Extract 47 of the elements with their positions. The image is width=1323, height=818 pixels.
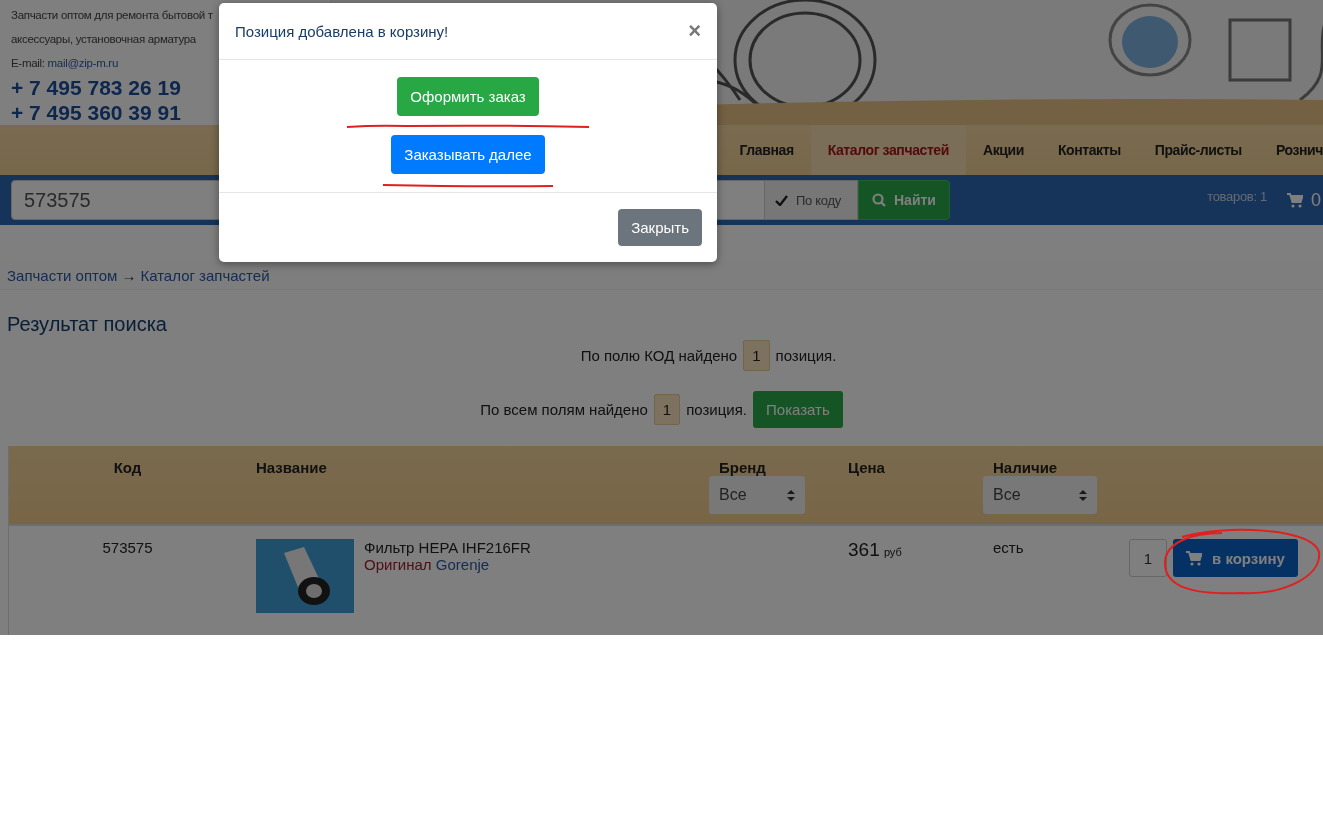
found-text: позиция.: [775, 346, 837, 364]
nav-tab[interactable]: Контакты: [1040, 125, 1138, 175]
found-text: позиция.: [686, 400, 747, 418]
nav-tab[interactable]: Прайс-листы: [1137, 125, 1259, 175]
cart-total[interactable]: 0: [1311, 189, 1321, 211]
found-count: 1: [743, 339, 770, 371]
add-to-cart-button[interactable]: в корзину: [1173, 539, 1298, 577]
filter-select[interactable]: Все: [983, 476, 1097, 514]
close-button[interactable]: ×: [688, 18, 701, 44]
modal-title: Позиция добавлена в корзину!: [235, 22, 449, 40]
brand-link[interactable]: Gorenje: [435, 556, 490, 573]
found-text: По всем полям найдено: [480, 400, 648, 418]
email-link[interactable]: mail@zip-m.ru: [47, 57, 118, 69]
column-header: Наличие: [993, 459, 1058, 476]
price: 361: [848, 539, 880, 560]
phone-number: + 7 495 783 26 19: [11, 75, 182, 100]
quality-label: Оригинал: [364, 556, 432, 573]
nav-tab[interactable]: Главная: [722, 125, 811, 175]
found-count: 1: [653, 393, 681, 425]
column-header: Цена: [848, 459, 885, 476]
close-modal-button[interactable]: Закрыть: [618, 209, 702, 246]
breadcrumb-link[interactable]: Каталог запчастей: [140, 267, 270, 284]
code-cell-text: 573575: [101, 538, 154, 558]
checkout-button[interactable]: Оформить заказ: [397, 77, 539, 116]
by-code-toggle[interactable]: По коду: [765, 180, 858, 220]
column-header: Бренд: [719, 459, 766, 476]
filter-select[interactable]: Все: [709, 476, 805, 514]
currency: руб: [883, 546, 902, 558]
tagline-text: аксессуары, установочная арматура: [11, 32, 196, 47]
quantity-field[interactable]: 1: [1129, 539, 1167, 577]
stock-status: есть: [992, 538, 1025, 558]
show-button[interactable]: Показать: [753, 390, 843, 428]
cart-item-count: товаров: 1: [1207, 189, 1267, 204]
product-name: Фильтр HEPA IHF216FR: [364, 539, 531, 556]
column-header: Код: [113, 459, 142, 476]
tagline-text: Запчасти оптом для ремонта бытовой т: [11, 8, 213, 23]
email-label: E-mail:: [11, 57, 45, 69]
nav-tab[interactable]: Рознич: [1258, 125, 1323, 175]
page-title: Результат поиска: [7, 313, 168, 337]
column-header: Название: [256, 459, 327, 476]
continue-shopping-button[interactable]: Заказывать далее: [391, 134, 545, 174]
phone-number: + 7 495 360 39 91: [11, 100, 182, 125]
found-text: По полю КОД найдено: [580, 346, 738, 364]
nav-tab[interactable]: Акции: [965, 125, 1041, 175]
breadcrumb-link[interactable]: Запчасти оптом: [7, 267, 118, 284]
breadcrumb-separator: →: [121, 267, 137, 284]
search-button[interactable]: Найти: [858, 180, 950, 220]
